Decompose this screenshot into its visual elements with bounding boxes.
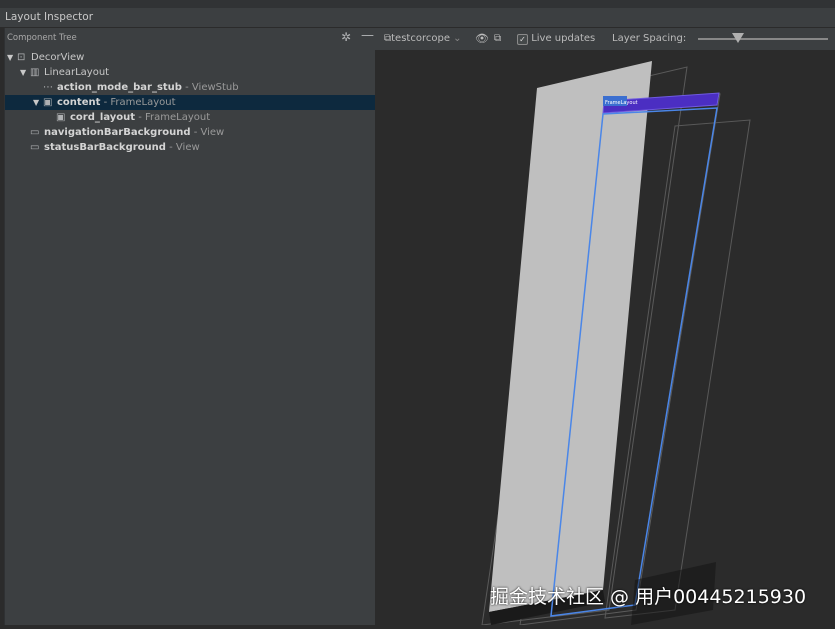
- node-type: - FrameLayout: [135, 112, 211, 123]
- component-tree-title: Component Tree: [7, 33, 77, 43]
- snapshot-icon[interactable]: ⧉: [494, 33, 501, 44]
- layer-spacing-label: Layer Spacing:: [612, 33, 687, 44]
- node-name: cord_layout: [70, 112, 136, 123]
- live-updates-label: Live updates: [531, 33, 596, 44]
- view-stub-icon: ⋯: [43, 82, 53, 93]
- node-type: - View: [190, 127, 225, 138]
- tree-node-cord_layout[interactable]: ▣ cord_layout - FrameLayout: [5, 110, 375, 125]
- node-type: - ViewStub: [181, 82, 239, 93]
- layer-spacing-slider[interactable]: [698, 38, 828, 40]
- node-type: - FrameLayout: [100, 97, 176, 108]
- tree-node-navigationBarBackground[interactable]: ▭ navigationBarBackground - View: [5, 125, 375, 140]
- process-selector[interactable]: ⧉testcorcope ⌄: [384, 33, 462, 44]
- device-view-panel: ⧉testcorcope ⌄ 👁 ⧉ ✓ Live updates Layer …: [375, 28, 835, 626]
- view-icon: ▭: [30, 127, 40, 138]
- linear-layout-icon: ▥: [30, 67, 40, 78]
- window-top-strip: [0, 0, 835, 8]
- tree-node-LinearLayout[interactable]: ▼ ▥ LinearLayout: [5, 65, 375, 80]
- screen-layer: [489, 61, 652, 612]
- tree-node-DecorView[interactable]: ▼ ⊡ DecorView: [5, 50, 375, 65]
- decor-view-icon: ⊡: [17, 52, 26, 63]
- title-bar: Layout Inspector: [0, 0, 835, 28]
- frame-layout-icon: ▣: [56, 112, 66, 123]
- eye-icon[interactable]: 👁: [475, 32, 489, 45]
- node-name: DecorView: [31, 52, 85, 63]
- node-name: action_mode_bar_stub: [57, 82, 182, 93]
- minus-icon[interactable]: —: [361, 28, 374, 43]
- node-name: navigationBarBackground: [44, 127, 191, 138]
- window-title: Layout Inspector: [5, 11, 94, 23]
- gear-icon[interactable]: ✲: [341, 30, 351, 44]
- checkbox-icon: ✓: [517, 34, 528, 45]
- node-name: statusBarBackground: [44, 142, 166, 153]
- layer-stack: FrameLayout: [481, 61, 751, 626]
- expand-toggle-icon[interactable]: ▼: [20, 65, 26, 80]
- process-name: testcorcope: [391, 33, 450, 44]
- node-type: - View: [165, 142, 200, 153]
- expand-toggle-icon[interactable]: ▼: [33, 95, 39, 110]
- tree-node-statusBarBackground[interactable]: ▭ statusBarBackground - View: [5, 140, 375, 155]
- node-name: LinearLayout: [44, 67, 110, 78]
- view-icon: ▭: [30, 142, 40, 153]
- live-updates-toggle[interactable]: ✓ Live updates: [517, 33, 595, 45]
- component-tree-panel: Component Tree ✲ — ▼ ⊡ DecorView ▼ ▥ LinearLa…: [4, 28, 375, 625]
- tree-node-action_mode_bar_stub[interactable]: ⋯ action_mode_bar_stub - ViewStub: [5, 80, 375, 95]
- device-toolbar: ⧉testcorcope ⌄ 👁 ⧉ ✓ Live updates Layer …: [375, 28, 835, 50]
- expand-toggle-icon[interactable]: ▼: [7, 50, 13, 65]
- device-3d-viewport[interactable]: FrameLayout: [375, 50, 835, 626]
- layer-spacing-thumb[interactable]: [732, 33, 744, 43]
- component-tree-header: Component Tree ✲ —: [5, 28, 375, 48]
- node-name: content: [57, 97, 101, 108]
- chevron-down-icon: ⌄: [449, 33, 462, 44]
- frame-layout-icon: ▣: [43, 97, 53, 108]
- watermark: 掘金技术社区 @ 用户00445215930: [490, 586, 807, 608]
- tree-node-content[interactable]: ▼ ▣ content - FrameLayout: [5, 95, 375, 110]
- selected-tag-label: FrameLayout: [605, 100, 638, 106]
